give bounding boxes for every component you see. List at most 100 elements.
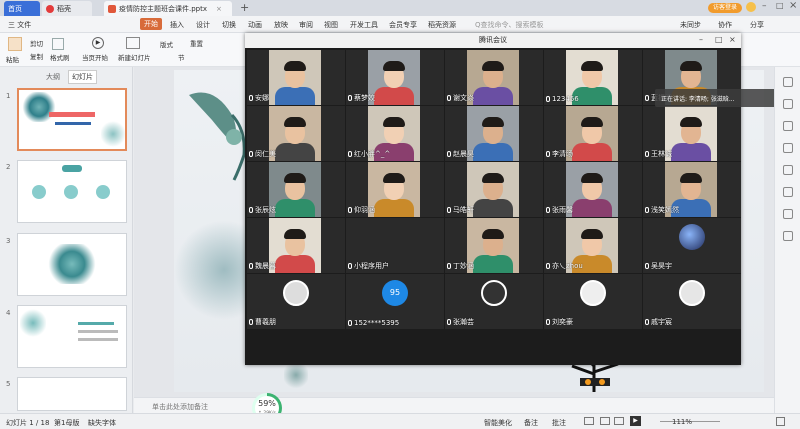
microphone-icon [249,319,253,325]
from-current-button[interactable]: 当页开始 [82,52,108,62]
tab-document[interactable]: 疫情防控主题班会课件.pptx × [104,1,232,16]
participant-tile[interactable]: 张雨馨 [544,162,642,217]
participant-tile[interactable]: 魏晨暮 [247,218,345,273]
close-tab-icon[interactable]: × [216,5,222,13]
slide-thumbnail-2[interactable] [17,160,127,223]
format-painter-icon[interactable] [52,38,64,50]
participant-tile[interactable]: 安娜 [247,50,345,105]
share-button[interactable]: 分享 [750,20,764,30]
cut-button[interactable]: 剪切 [30,38,43,48]
slide-thumbnail-1[interactable] [17,88,127,151]
backup-icon[interactable] [783,209,793,219]
participant-tile[interactable]: 王林诚 [643,106,741,161]
new-slide-icon[interactable] [126,37,140,49]
menu-item-design[interactable]: 设计 [196,20,210,30]
new-slide-button[interactable]: 新建幻灯片 [118,52,151,62]
participant-tile[interactable]: 吴昊宇 [643,218,741,273]
reset-button[interactable]: 重置 [190,38,203,48]
participant-tile[interactable]: 张辰炫 [247,162,345,217]
close-icon[interactable]: × [789,0,797,11]
participant-tile[interactable]: 浅笑嫣然 [643,162,741,217]
section-button[interactable]: 节 [178,52,185,62]
menu-item-start[interactable]: 开始 [140,18,162,30]
participant-tile[interactable]: 马皓轩 [445,162,543,217]
settings-icon[interactable] [783,165,793,175]
login-button[interactable]: 访客登录 [708,3,742,13]
fit-window-icon[interactable] [776,417,785,426]
participant-tile[interactable]: 红小胖^_^ [346,106,444,161]
participant-tile[interactable]: 仰羽涵 [346,162,444,217]
participant-tile[interactable]: 小程序用户 [346,218,444,273]
menu-item-review[interactable]: 审阅 [299,20,313,30]
collab-button[interactable]: 协作 [718,20,732,30]
participant-tile[interactable]: 李清旸 [544,106,642,161]
participant-tile[interactable]: 刘奕豪 [544,274,642,329]
paste-button[interactable]: 粘贴 [6,54,19,64]
participant-tile[interactable]: 赵晨昊 [445,106,543,161]
zoom-level[interactable]: 111% [672,418,692,426]
layout-button[interactable]: 版式 [160,39,173,49]
menu-item-docer[interactable]: 稻壳资源 [428,20,456,30]
participant-tile[interactable]: 谢文焱 [445,50,543,105]
tab-home[interactable]: 首页 [4,1,40,16]
slide-thumbnail-5[interactable] [17,377,127,411]
participant-tile[interactable]: 闵仁美 [247,106,345,161]
menu-item-member[interactable]: 会员专享 [389,20,417,30]
menu-item-slideshow[interactable]: 放映 [274,20,288,30]
layer-icon[interactable] [783,187,793,197]
participant-tile[interactable]: 123456 [544,50,642,105]
animation-icon[interactable] [783,121,793,131]
participant-avatar: 95 [382,280,408,306]
participant-video [467,106,519,161]
participant-tile[interactable]: 95 152****5395 [346,274,444,329]
tab-docer[interactable]: 稻壳 [42,1,92,16]
copy-button[interactable]: 复制 [30,51,43,61]
close-icon[interactable]: × [729,35,736,44]
participant-tile[interactable]: 曹羲朋 [247,274,345,329]
pptx-icon [108,4,116,13]
menu-item-insert[interactable]: 插入 [170,20,184,30]
search-input[interactable]: Q查找命令、搜索模板 [475,20,544,30]
shape-icon[interactable] [783,143,793,153]
file-menu[interactable]: 三 文件 [8,20,31,30]
participant-tile[interactable]: 亦乀zhou [544,218,642,273]
tab-slides[interactable]: 幻灯片 [68,70,97,84]
menu-item-animation[interactable]: 动画 [248,20,262,30]
beautify-button[interactable]: 智能美化 [484,418,512,428]
help-icon[interactable] [783,231,793,241]
annotation-toggle[interactable]: 批注 [552,418,566,428]
participant-tile[interactable]: 戚宇宸 [643,274,741,329]
sync-status[interactable]: 未同步 [680,20,701,30]
participant-tile[interactable]: 蔡梦姣 [346,50,444,105]
normal-view-icon[interactable] [584,417,594,425]
microphone-icon [447,95,451,101]
participant-tile[interactable]: 张瀚芸 [445,274,543,329]
notes-area[interactable]: 单击此处添加备注 [134,397,774,413]
notes-toggle[interactable]: 备注 [524,418,538,428]
format-painter-button[interactable]: 格式刷 [50,52,70,62]
minimize-icon[interactable]: – [699,35,703,44]
avatar[interactable] [746,2,756,12]
missing-font-button[interactable]: 缺失字体 [88,418,116,428]
style-icon[interactable] [783,99,793,109]
minimize-icon[interactable]: – [762,1,767,11]
play-icon[interactable]: ▶ [92,37,104,49]
property-icon[interactable] [783,77,793,87]
microphone-icon [348,320,352,326]
participant-avatar [580,280,606,306]
menu-item-view[interactable]: 视图 [324,20,338,30]
participant-tile[interactable]: 丁妙涵 [445,218,543,273]
play-slideshow-icon[interactable]: ▶ [630,416,641,426]
sorter-view-icon[interactable] [600,417,610,425]
tab-outline[interactable]: 大纲 [46,72,60,82]
maximize-icon[interactable]: □ [715,35,723,44]
participant-name: 张雨馨 [546,205,573,215]
maximize-icon[interactable]: □ [776,1,784,10]
menu-item-transition[interactable]: 切换 [222,20,236,30]
paste-icon[interactable] [8,37,22,51]
menu-item-developer[interactable]: 开发工具 [350,20,378,30]
slide-thumbnail-3[interactable] [17,233,127,296]
new-tab-icon[interactable]: + [240,1,249,14]
slide-thumbnail-4[interactable] [17,305,127,368]
reading-view-icon[interactable] [614,417,624,425]
